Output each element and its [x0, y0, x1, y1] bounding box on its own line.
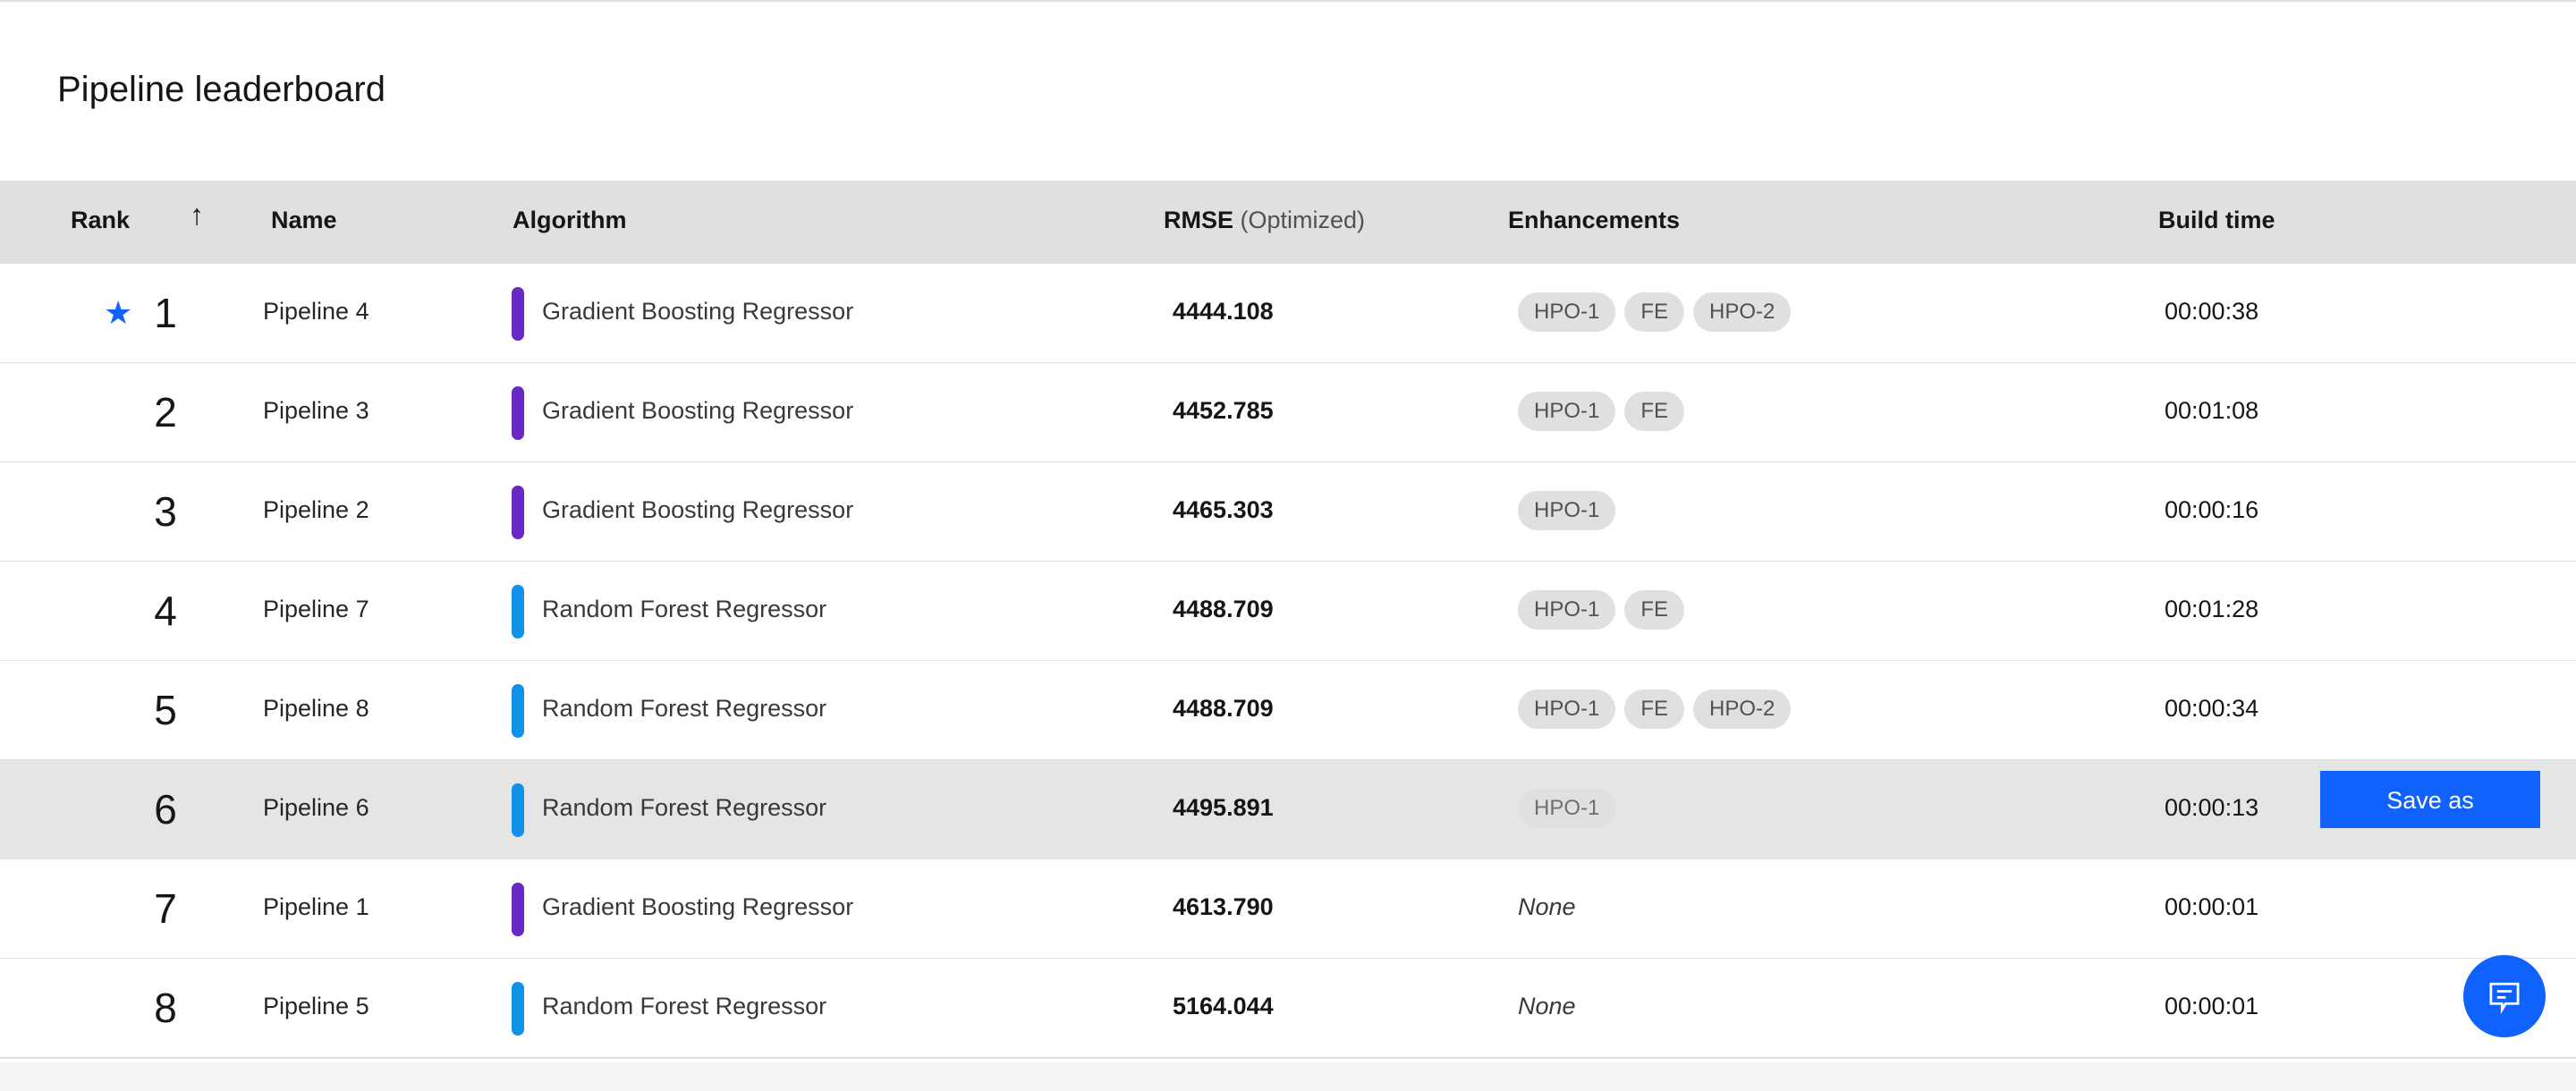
- enhancement-tag: FE: [1624, 590, 1685, 630]
- enhancement-tag: HPO-1: [1518, 491, 1616, 530]
- pipeline-name[interactable]: Pipeline 8: [263, 695, 369, 723]
- rmse-value: 4452.785: [1173, 397, 1274, 424]
- build-time: 00:00:01: [2165, 993, 2259, 1019]
- page-title: Pipeline leaderboard: [57, 70, 386, 109]
- enhancement-tag: HPO-1: [1518, 689, 1616, 729]
- enhancement-tag: HPO-1: [1518, 392, 1616, 431]
- rmse-value: 4488.709: [1173, 596, 1274, 622]
- column-header-rank[interactable]: Rank: [71, 207, 130, 234]
- rmse-value: 4613.790: [1173, 893, 1274, 920]
- enhancement-tags: HPO-1 FE: [1518, 590, 1685, 630]
- star-icon: ★: [104, 294, 133, 331]
- chat-button[interactable]: [2463, 955, 2546, 1037]
- enhancement-tag: FE: [1624, 392, 1685, 431]
- algorithm-color-bar: [512, 883, 524, 936]
- pipeline-name[interactable]: Pipeline 4: [263, 298, 369, 326]
- enhancement-tag: HPO-2: [1693, 292, 1792, 332]
- algorithm: Gradient Boosting Regressor: [542, 893, 854, 920]
- pipeline-name[interactable]: Pipeline 5: [263, 993, 369, 1020]
- build-time: 00:00:16: [2165, 496, 2259, 523]
- rmse-label: RMSE: [1164, 207, 1234, 233]
- build-time: 00:00:01: [2165, 893, 2259, 920]
- rank: 8: [154, 985, 177, 1031]
- algorithm: Random Forest Regressor: [542, 596, 827, 622]
- algorithm-color-bar: [512, 684, 524, 738]
- pipeline-name[interactable]: Pipeline 3: [263, 397, 369, 425]
- build-time: 00:00:38: [2165, 298, 2259, 325]
- table-row[interactable]: 7 Pipeline 1 Gradient Boosting Regressor…: [0, 859, 2576, 960]
- enhancement-tag: HPO-1: [1518, 789, 1616, 828]
- rank: 2: [154, 389, 177, 436]
- table-row[interactable]: 3 Pipeline 2 Gradient Boosting Regressor…: [0, 462, 2576, 562]
- chat-icon: [2489, 982, 2520, 1015]
- algorithm: Random Forest Regressor: [542, 794, 827, 821]
- table-row[interactable]: 5 Pipeline 8 Random Forest Regressor 448…: [0, 661, 2576, 761]
- enhancement-tags: HPO-1 FE HPO-2: [1518, 689, 1792, 729]
- enhancements-none: None: [1518, 993, 1576, 1019]
- table-row[interactable]: 8 Pipeline 5 Random Forest Regressor 516…: [0, 959, 2576, 1059]
- enhancement-tag: HPO-1: [1518, 590, 1616, 630]
- column-header-build-time[interactable]: Build time: [2158, 207, 2275, 234]
- column-header-rmse[interactable]: RMSE (Optimized): [1164, 207, 1365, 234]
- rank: 6: [154, 786, 177, 833]
- build-time: 00:00:13: [2165, 794, 2259, 821]
- rmse-value: 5164.044: [1173, 993, 1274, 1019]
- rmse-value: 4465.303: [1173, 496, 1274, 523]
- enhancement-tag: FE: [1624, 689, 1685, 729]
- enhancement-tags: HPO-1 FE HPO-2: [1518, 292, 1792, 332]
- algorithm: Random Forest Regressor: [542, 993, 827, 1019]
- algorithm-color-bar: [512, 982, 524, 1036]
- sort-ascending-icon[interactable]: ↑: [190, 199, 204, 232]
- enhancement-tag: HPO-1: [1518, 292, 1616, 332]
- algorithm-color-bar: [512, 783, 524, 837]
- table-header: Rank ↑ Name Algorithm RMSE (Optimized) E…: [0, 181, 2576, 264]
- algorithm: Gradient Boosting Regressor: [542, 397, 854, 424]
- rank: 7: [154, 885, 177, 932]
- algorithm-color-bar: [512, 585, 524, 639]
- enhancements-none: None: [1518, 893, 1576, 920]
- enhancement-tags: HPO-1: [1518, 789, 1616, 828]
- enhancement-tags: HPO-1 FE: [1518, 392, 1685, 431]
- build-time: 00:00:34: [2165, 695, 2259, 722]
- rmse-value: 4495.891: [1173, 794, 1274, 821]
- rmse-sublabel: (Optimized): [1240, 207, 1366, 233]
- enhancement-tag: FE: [1624, 292, 1685, 332]
- algorithm-color-bar: [512, 486, 524, 539]
- table-row[interactable]: ★ 1 Pipeline 4 Gradient Boosting Regresso…: [0, 264, 2576, 364]
- algorithm: Gradient Boosting Regressor: [542, 298, 854, 325]
- table-row[interactable]: 2 Pipeline 3 Gradient Boosting Regressor…: [0, 363, 2576, 463]
- pipeline-name[interactable]: Pipeline 6: [263, 794, 369, 822]
- table-row[interactable]: 6 Pipeline 6 Random Forest Regressor 449…: [0, 760, 2576, 860]
- column-header-enhancements[interactable]: Enhancements: [1508, 207, 1680, 234]
- rank: 4: [154, 588, 177, 634]
- table-row[interactable]: 4 Pipeline 7 Random Forest Regressor 448…: [0, 562, 2576, 662]
- pipeline-name[interactable]: Pipeline 1: [263, 893, 369, 921]
- rank: 5: [154, 687, 177, 733]
- rmse-value: 4488.709: [1173, 695, 1274, 722]
- save-as-button[interactable]: Save as: [2320, 771, 2540, 828]
- column-header-name[interactable]: Name: [271, 207, 337, 234]
- algorithm-color-bar: [512, 386, 524, 440]
- enhancement-tag: HPO-2: [1693, 689, 1792, 729]
- pipeline-name[interactable]: Pipeline 7: [263, 596, 369, 623]
- rank: 1: [154, 290, 177, 336]
- rmse-value: 4444.108: [1173, 298, 1274, 325]
- rank: 3: [154, 488, 177, 535]
- leaderboard-panel: Pipeline leaderboard Rank ↑ Name Algorit…: [0, 0, 2576, 1062]
- build-time: 00:01:08: [2165, 397, 2259, 424]
- build-time: 00:01:28: [2165, 596, 2259, 622]
- algorithm-color-bar: [512, 287, 524, 341]
- column-header-algorithm[interactable]: Algorithm: [513, 207, 627, 234]
- enhancement-tags: HPO-1: [1518, 491, 1616, 530]
- algorithm: Random Forest Regressor: [542, 695, 827, 722]
- pipeline-name[interactable]: Pipeline 2: [263, 496, 369, 524]
- algorithm: Gradient Boosting Regressor: [542, 496, 854, 523]
